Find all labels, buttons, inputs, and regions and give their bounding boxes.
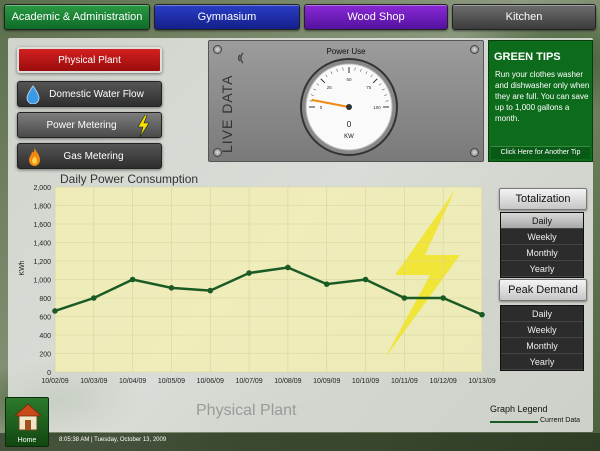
totalization-yearly[interactable]: Yearly — [501, 261, 583, 277]
data-point — [440, 295, 446, 301]
gas-metering-button[interactable]: Gas Metering — [17, 143, 162, 169]
x-tick-label: 10/09/09 — [313, 378, 340, 385]
house-icon — [14, 403, 42, 431]
home-button[interactable]: Home — [5, 397, 49, 447]
x-tick-label: 10/12/09 — [430, 378, 457, 385]
water-drop-icon — [26, 85, 40, 104]
domestic-water-flow-label: Domestic Water Flow — [49, 88, 144, 100]
y-tick-label: 1,000 — [33, 278, 51, 285]
x-tick-label: 10/04/09 — [119, 378, 146, 385]
data-point — [285, 264, 291, 271]
totalization-weekly[interactable]: Weekly — [501, 229, 583, 245]
data-point — [246, 270, 252, 276]
peak-demand-list: Daily Weekly Monthly Yearly — [500, 305, 584, 371]
data-point — [479, 311, 485, 318]
signal-waves-icon — [238, 52, 244, 64]
tab-wood-shop[interactable]: Wood Shop — [304, 4, 448, 30]
gauge-tick-label: 75 — [366, 85, 372, 90]
gauge-value: 0 — [347, 120, 352, 129]
gauge-tick-label: 50 — [346, 77, 352, 82]
data-point — [401, 295, 408, 301]
peak-demand-yearly[interactable]: Yearly — [501, 354, 583, 370]
totalization-monthly[interactable]: Monthly — [501, 245, 583, 261]
data-point — [362, 276, 369, 283]
physical-plant-label: Physical Plant — [58, 54, 121, 66]
screw-icon — [470, 148, 479, 157]
power-metering-label: Power Metering — [46, 119, 117, 131]
gas-metering-label: Gas Metering — [63, 150, 124, 162]
tab-gymnasium[interactable]: Gymnasium — [154, 4, 300, 30]
y-tick-label: 1,400 — [33, 241, 51, 248]
y-tick-label: 0 — [47, 370, 51, 377]
section-label: Physical Plant — [196, 402, 297, 419]
y-tick-label: 800 — [39, 296, 51, 303]
x-tick-label: 10/03/09 — [80, 378, 107, 385]
data-point — [323, 281, 330, 287]
another-tip-button[interactable]: Click Here for Another Tip — [491, 146, 590, 159]
x-tick-label: 10/13/09 — [468, 378, 495, 385]
y-tick-label: 400 — [39, 333, 51, 340]
y-tick-label: 1,200 — [33, 259, 51, 266]
x-tick-label: 10/05/09 — [158, 378, 185, 385]
app-window: Academic & Administration Gymnasium Wood… — [0, 0, 600, 451]
live-data-label: LIVE DATA — [219, 74, 235, 153]
green-tips-title: GREEN TIPS — [494, 51, 561, 63]
x-tick-label: 10/10/09 — [352, 378, 379, 385]
data-point — [91, 295, 97, 301]
gauge-unit: KW — [344, 134, 354, 140]
y-tick-label: 200 — [39, 352, 51, 359]
domestic-water-flow-button[interactable]: Domestic Water Flow — [17, 81, 162, 107]
x-tick-label: 10/07/09 — [235, 378, 262, 385]
peak-demand-daily[interactable]: Daily — [501, 306, 583, 322]
gauge-tick-label: 25 — [327, 85, 333, 90]
green-tips-panel: GREEN TIPS Run your clothes washer and d… — [488, 40, 593, 162]
peak-demand-weekly[interactable]: Weekly — [501, 322, 583, 338]
home-label: Home — [17, 437, 37, 444]
graph-legend-title: Graph Legend — [490, 404, 548, 414]
power-use-gauge-panel: Power Use LIVE DATA 0 25 50 75 100 0 KW — [208, 40, 484, 162]
data-point — [129, 276, 136, 283]
green-tips-text: Run your clothes washer and dishwasher o… — [495, 70, 590, 123]
y-tick-label: 600 — [39, 315, 51, 322]
totalization-list: Daily Weekly Monthly Yearly — [500, 212, 584, 278]
legend-item-current-data: Current Data — [540, 417, 581, 424]
x-tick-label: 10/02/09 — [41, 378, 68, 385]
totalization-button[interactable]: Totalization — [499, 188, 587, 210]
legend-swatch — [490, 421, 538, 423]
gauge-title: Power Use — [326, 47, 366, 56]
peak-demand-button[interactable]: Peak Demand — [499, 279, 587, 301]
data-point — [207, 287, 214, 294]
tab-academic-administration[interactable]: Academic & Administration — [4, 4, 150, 30]
lightning-icon — [137, 115, 150, 137]
x-tick-label: 10/06/09 — [197, 378, 224, 385]
y-tick-label: 2,000 — [33, 185, 51, 192]
power-metering-button[interactable]: Power Metering — [17, 112, 162, 138]
y-axis-label: KWh — [19, 260, 26, 275]
data-point — [168, 285, 175, 291]
physical-plant-button[interactable]: Physical Plant — [17, 47, 162, 73]
x-tick-label: 10/08/09 — [274, 378, 301, 385]
x-tick-label: 10/11/09 — [391, 378, 418, 385]
y-tick-label: 1,800 — [33, 204, 51, 211]
peak-demand-monthly[interactable]: Monthly — [501, 338, 583, 354]
datetime-readout: 8:05:38 AM | Tuesday, October 13, 2009 — [59, 437, 167, 443]
flame-icon — [29, 148, 40, 166]
y-tick-label: 1,600 — [33, 222, 51, 229]
tab-kitchen[interactable]: Kitchen — [452, 4, 596, 30]
totalization-daily[interactable]: Daily — [501, 213, 583, 229]
gauge-tick-label: 100 — [373, 105, 381, 110]
data-point — [52, 308, 58, 314]
power-dial: 0255075100 0 KW — [300, 58, 398, 156]
